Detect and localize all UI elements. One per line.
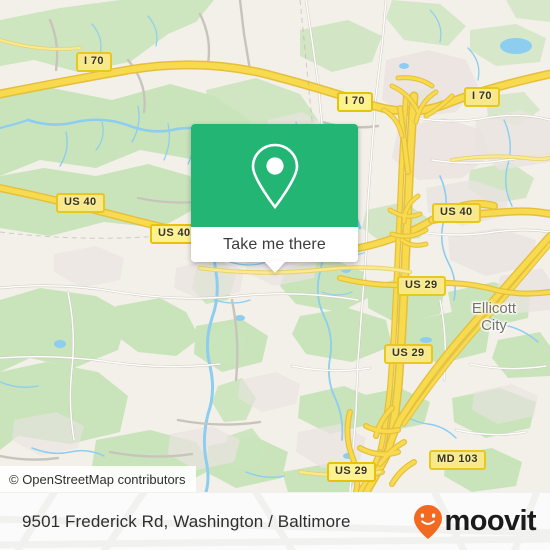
shield-us-29-south: US 29: [327, 462, 376, 482]
shield-us-40-west: US 40: [56, 193, 105, 213]
shield-us-29-mid: US 29: [384, 344, 433, 364]
osm-attribution-text: © OpenStreetMap contributors: [9, 471, 186, 487]
moovit-wordmark: moovit: [444, 505, 537, 537]
card-header: [191, 124, 358, 227]
footer-bar: 9501 Frederick Rd, Washington / Baltimor…: [0, 492, 550, 550]
moovit-pin-smile-icon: [413, 504, 442, 539]
map-canvas[interactable]: I 70 I 70 I 70 US 40 US 40 US 40 US 29 US 29 US …: [0, 0, 550, 492]
take-me-there-label: Take me there: [223, 235, 326, 253]
osm-attribution[interactable]: © OpenStreetMap contributors: [0, 466, 196, 492]
shield-i-70-center: I 70: [337, 92, 373, 112]
shield-i-70-east: I 70: [464, 87, 500, 107]
address-label: 9501 Frederick Rd, Washington / Baltimor…: [22, 511, 351, 531]
shield-md-103: MD 103: [429, 450, 486, 470]
take-me-there-card[interactable]: Take me there: [191, 124, 358, 273]
map-pin-icon: [251, 143, 298, 209]
shield-us-40-east: US 40: [432, 203, 481, 223]
shield-i-70-west: I 70: [76, 52, 112, 72]
moovit-logo[interactable]: moovit: [413, 504, 537, 540]
shield-us-29-north: US 29: [397, 276, 446, 296]
card-pointer: [263, 261, 286, 273]
card-footer[interactable]: Take me there: [191, 227, 358, 262]
map-screenshot: I 70 I 70 I 70 US 40 US 40 US 40 US 29 US 29 US …: [0, 0, 550, 550]
